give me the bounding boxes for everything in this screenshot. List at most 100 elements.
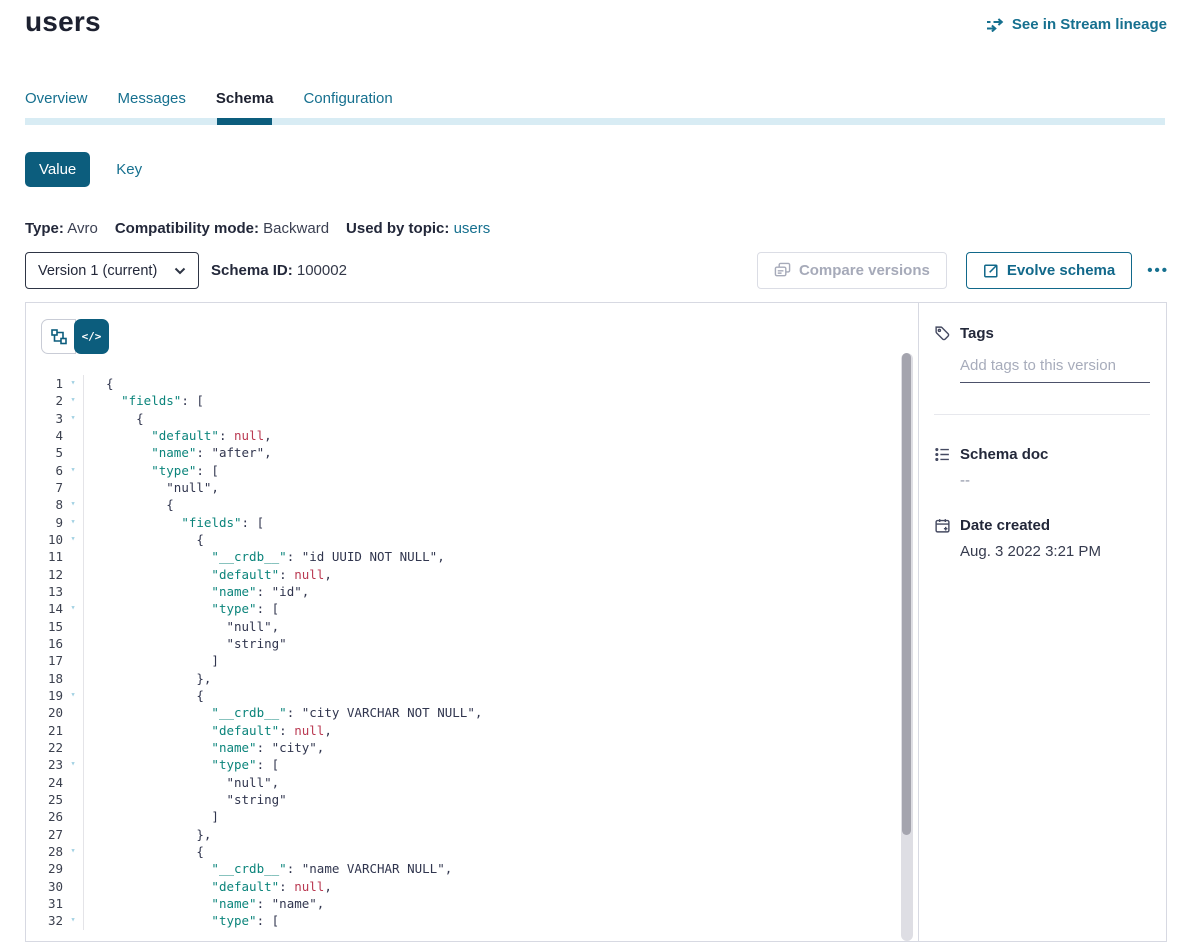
- key-toggle-button[interactable]: Key: [116, 161, 142, 178]
- line-gutter: 31: [26, 895, 84, 912]
- page-title: users: [25, 6, 101, 38]
- code-token: ,: [211, 480, 219, 495]
- fold-toggle-icon[interactable]: ▾: [63, 514, 83, 531]
- line-gutter: 11: [26, 548, 84, 565]
- fold-spacer: [63, 860, 83, 877]
- code-text: "__crdb__": "id UUID NOT NULL",: [84, 548, 445, 565]
- code-token: },: [91, 671, 211, 686]
- fold-toggle-icon[interactable]: ▾: [63, 843, 83, 860]
- topic-link[interactable]: users: [454, 220, 491, 237]
- line-gutter: 27: [26, 826, 84, 843]
- line-number: 27: [26, 826, 63, 843]
- fold-toggle-icon[interactable]: ▾: [63, 410, 83, 427]
- fold-toggle-icon[interactable]: ▾: [63, 687, 83, 704]
- fold-toggle-icon[interactable]: ▾: [63, 462, 83, 479]
- code-token: [91, 480, 166, 495]
- more-actions-button[interactable]: •••: [1147, 252, 1169, 289]
- fold-spacer: [63, 583, 83, 600]
- hierarchy-tree-icon: [51, 329, 67, 345]
- code-text: "name": "id",: [84, 583, 309, 600]
- schema-sidebar: Tags Schema doc --: [919, 303, 1166, 941]
- code-line: 28▾ {: [26, 843, 918, 860]
- code-token: [91, 636, 226, 651]
- evolve-schema-button[interactable]: Evolve schema: [966, 252, 1132, 289]
- code-token: ,: [445, 861, 453, 876]
- code-text: "type": [: [84, 600, 279, 617]
- code-line: 14▾ "type": [: [26, 600, 918, 617]
- tab-configuration[interactable]: Configuration: [303, 90, 392, 118]
- fold-spacer: [63, 444, 83, 461]
- line-gutter: 16: [26, 635, 84, 652]
- line-gutter: 5: [26, 444, 84, 461]
- line-gutter: 7: [26, 479, 84, 496]
- fold-spacer: [63, 427, 83, 444]
- editor-scrollbar-thumb[interactable]: [902, 353, 911, 835]
- line-number: 11: [26, 548, 63, 565]
- code-line: 9▾ "fields": [: [26, 514, 918, 531]
- code-token: [91, 619, 226, 634]
- line-gutter: 10▾: [26, 531, 84, 548]
- line-gutter: 22: [26, 739, 84, 756]
- date-created-title: Date created: [960, 517, 1050, 534]
- code-text: {: [84, 410, 144, 427]
- code-text: "name": "city",: [84, 739, 324, 756]
- fold-toggle-icon[interactable]: ▾: [63, 531, 83, 548]
- code-text: "type": [: [84, 756, 279, 773]
- code-text: "null",: [84, 479, 219, 496]
- code-token: "default": [211, 879, 279, 894]
- code-line: 23▾ "type": [: [26, 756, 918, 773]
- fold-toggle-icon[interactable]: ▾: [63, 600, 83, 617]
- code-line: 3▾ {: [26, 410, 918, 427]
- line-number: 13: [26, 583, 63, 600]
- line-gutter: 15: [26, 618, 84, 635]
- tab-schema[interactable]: Schema: [216, 90, 274, 118]
- compare-versions-icon: [774, 262, 791, 279]
- code-text: "string": [84, 635, 287, 652]
- stream-lineage-link[interactable]: See in Stream lineage: [986, 16, 1167, 33]
- code-view-button[interactable]: </>: [74, 319, 109, 354]
- code-token: ,: [302, 584, 310, 599]
- compare-versions-button[interactable]: Compare versions: [757, 252, 947, 289]
- code-token: [91, 705, 211, 720]
- code-line: 29 "__crdb__": "name VARCHAR NULL",: [26, 860, 918, 877]
- code-line: 6▾ "type": [: [26, 462, 918, 479]
- tab-overview[interactable]: Overview: [25, 90, 88, 118]
- fold-toggle-icon[interactable]: ▾: [63, 756, 83, 773]
- code-token: [91, 775, 226, 790]
- line-gutter: 3▾: [26, 410, 84, 427]
- code-token: "name": [211, 740, 256, 755]
- line-number: 12: [26, 566, 63, 583]
- line-gutter: 4: [26, 427, 84, 444]
- value-toggle-button[interactable]: Value: [25, 152, 90, 187]
- add-tags-input[interactable]: [960, 355, 1150, 383]
- line-number: 26: [26, 808, 63, 825]
- code-token: : [: [181, 393, 204, 408]
- fold-toggle-icon[interactable]: ▾: [63, 392, 83, 409]
- code-token: :: [219, 428, 234, 443]
- version-select[interactable]: Version 1 (current): [25, 252, 199, 289]
- stream-lineage-icon: [986, 18, 1005, 32]
- fold-toggle-icon[interactable]: ▾: [63, 375, 83, 392]
- code-token: "__crdb__": [211, 705, 286, 720]
- line-number: 5: [26, 444, 63, 461]
- line-number: 29: [26, 860, 63, 877]
- fold-toggle-icon[interactable]: ▾: [63, 912, 83, 929]
- line-gutter: 26: [26, 808, 84, 825]
- code-token: "fields": [121, 393, 181, 408]
- code-token: "name": [211, 584, 256, 599]
- line-number: 20: [26, 704, 63, 721]
- code-token: "default": [151, 428, 219, 443]
- fold-spacer: [63, 895, 83, 912]
- line-number: 18: [26, 670, 63, 687]
- code-text: },: [84, 826, 211, 843]
- code-token: "null": [226, 619, 271, 634]
- code-token: [91, 463, 151, 478]
- sidebar-divider: [934, 414, 1150, 415]
- tree-view-button[interactable]: [41, 319, 76, 354]
- fold-toggle-icon[interactable]: ▾: [63, 496, 83, 513]
- line-number: 6: [26, 462, 63, 479]
- code-line: 11 "__crdb__": "id UUID NOT NULL",: [26, 548, 918, 565]
- tab-active-indicator: [217, 118, 272, 125]
- tab-messages[interactable]: Messages: [118, 90, 186, 118]
- code-token: {: [91, 497, 174, 512]
